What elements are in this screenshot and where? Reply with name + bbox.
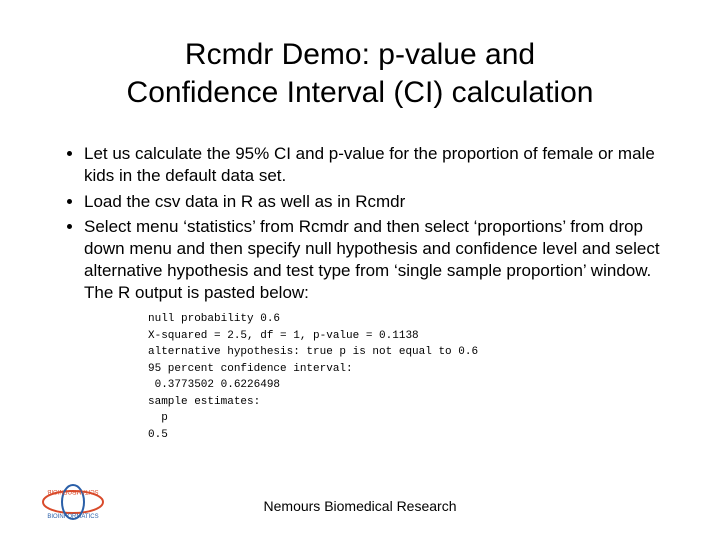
list-item: Load the csv data in R as well as in Rcm…: [84, 191, 664, 213]
slide: Rcmdr Demo: p-value and Confidence Inter…: [0, 0, 720, 540]
slide-title: Rcmdr Demo: p-value and Confidence Inter…: [56, 36, 664, 111]
code-line: 95 percent confidence interval:: [148, 363, 353, 375]
title-line-2: Confidence Interval (CI) calculation: [127, 76, 594, 109]
code-line: 0.3773502 0.6226498: [148, 379, 280, 391]
logo-top-text: SCITAMROFNIOIB: [47, 488, 98, 494]
code-output: null probability 0.6 X-squared = 2.5, df…: [148, 311, 664, 443]
logo-bottom-text: BIOINFORMATICS: [47, 514, 98, 520]
bullet-list: Let us calculate the 95% CI and p-value …: [56, 143, 664, 303]
code-line: p: [148, 412, 168, 424]
code-line: alternative hypothesis: true p is not eq…: [148, 346, 478, 358]
code-line: 0.5: [148, 429, 168, 441]
code-line: null probability 0.6: [148, 313, 280, 325]
code-line: sample estimates:: [148, 396, 260, 408]
title-line-1: Rcmdr Demo: p-value and: [185, 38, 535, 71]
list-item: Let us calculate the 95% CI and p-value …: [84, 143, 664, 187]
code-line: X-squared = 2.5, df = 1, p-value = 0.113…: [148, 330, 419, 342]
footer-text: Nemours Biomedical Research: [0, 498, 720, 514]
list-item: Select menu ‘statistics’ from Rcmdr and …: [84, 216, 664, 303]
